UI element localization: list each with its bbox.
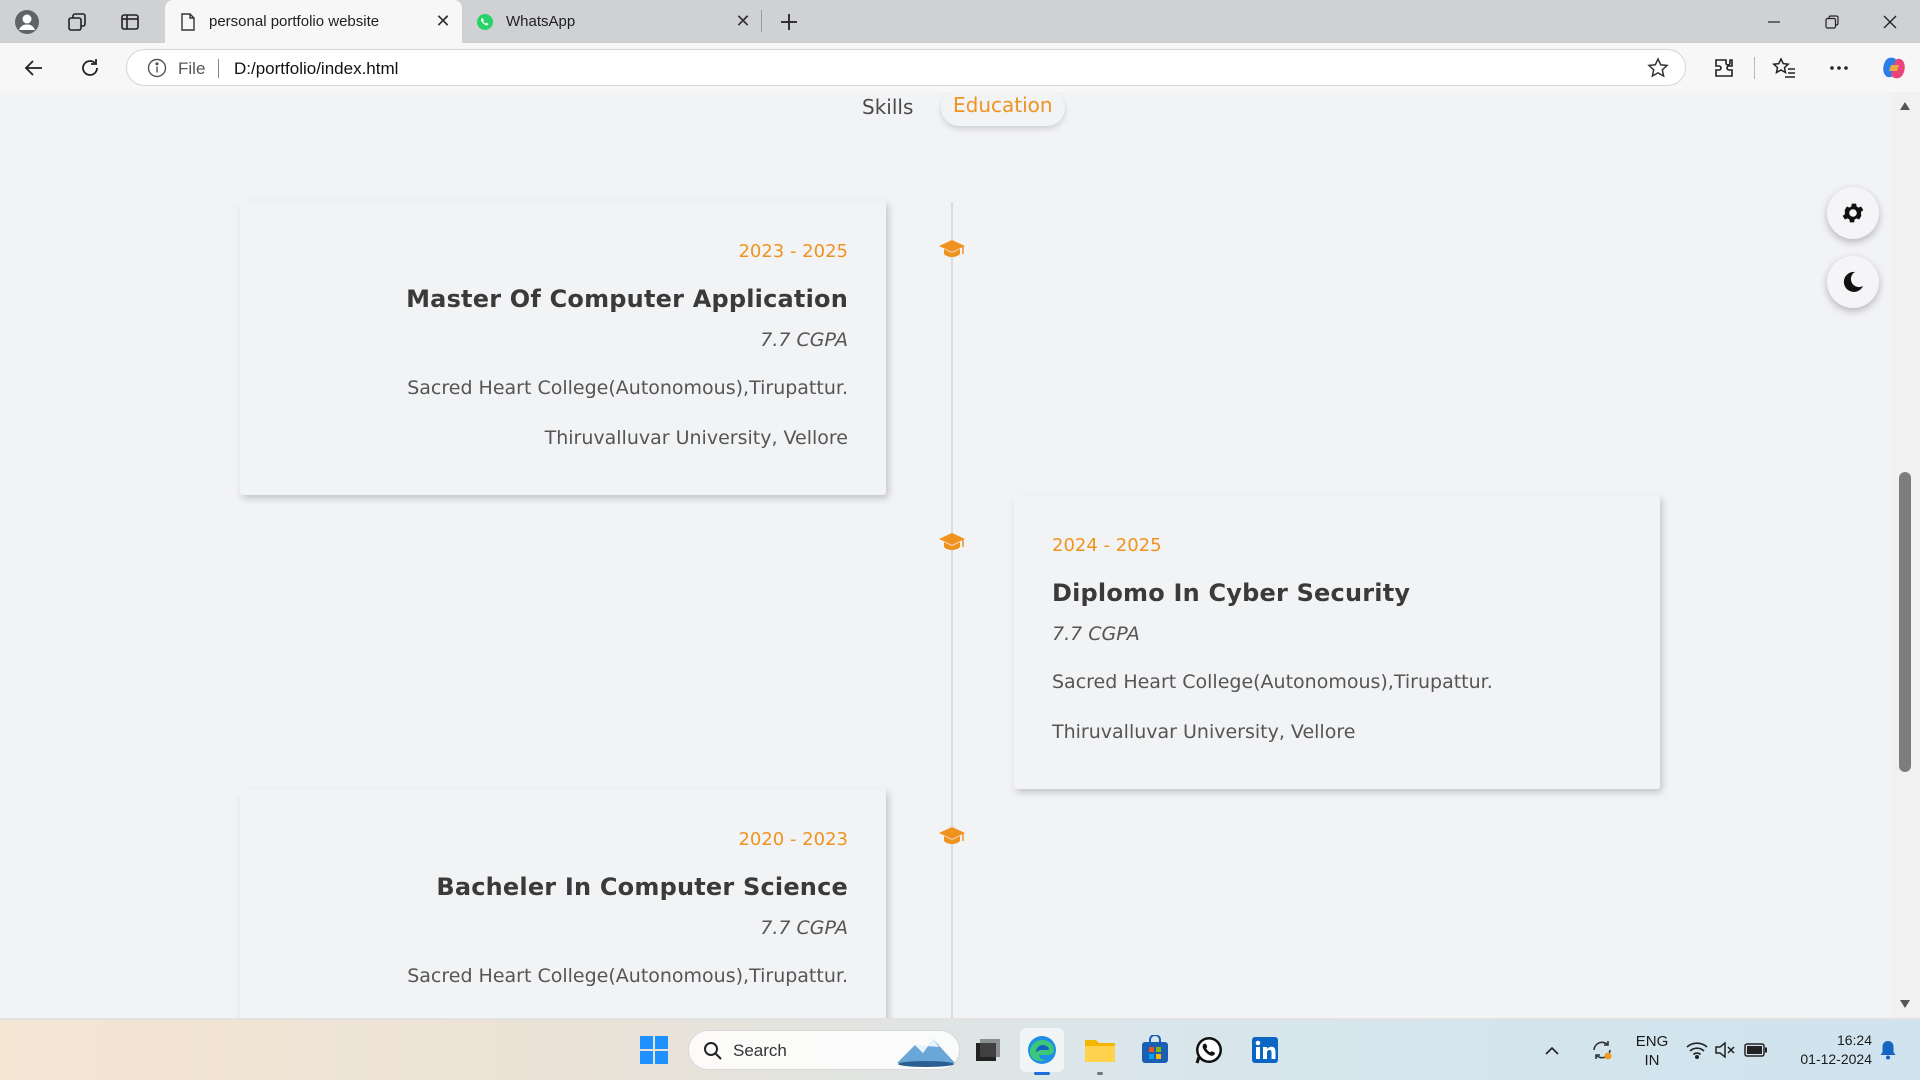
- gear-icon: [1842, 203, 1864, 223]
- education-years: 2020 - 2023: [738, 829, 848, 850]
- close-tab-icon[interactable]: ✕: [730, 9, 756, 35]
- education-years: 2024 - 2025: [1052, 535, 1162, 556]
- more-options-icon[interactable]: [1823, 52, 1855, 84]
- moon-icon: [1843, 271, 1863, 292]
- edge-browser-icon[interactable]: [1020, 1028, 1064, 1075]
- clock[interactable]: 16:24 01-12-2024: [1780, 1031, 1872, 1069]
- tab-education[interactable]: Education: [941, 92, 1065, 126]
- minimize-icon[interactable]: [1745, 0, 1803, 43]
- scroll-down-icon[interactable]: [1899, 998, 1911, 1010]
- browser-tab-bar: personal portfolio website ✕ WhatsApp ✕: [0, 0, 1920, 43]
- education-card: 2023 - 2025 Master Of Computer Applicati…: [240, 201, 886, 495]
- notification-bell-icon[interactable]: [1874, 1028, 1902, 1072]
- restore-icon[interactable]: [1803, 0, 1861, 43]
- back-icon[interactable]: [18, 52, 50, 84]
- new-tab-icon[interactable]: [774, 7, 804, 37]
- scrollbar-thumb[interactable]: [1899, 472, 1911, 772]
- tab-title: personal portfolio website: [209, 13, 380, 30]
- info-icon[interactable]: [147, 58, 167, 78]
- tab-skills[interactable]: Skills: [850, 92, 925, 128]
- graduation-cap-icon: [939, 827, 965, 844]
- close-tab-icon[interactable]: ✕: [430, 9, 456, 35]
- education-university: Thiruvalluvar University, Vellore: [544, 427, 848, 449]
- education-card: 2020 - 2023 Bacheler In Computer Science…: [240, 789, 886, 1018]
- task-view-icon[interactable]: [966, 1028, 1010, 1072]
- tab-whatsapp[interactable]: WhatsApp ✕: [462, 0, 762, 43]
- vertical-tabs-icon[interactable]: [115, 7, 145, 37]
- tab-title: WhatsApp: [506, 13, 576, 30]
- windows-start-icon[interactable]: [632, 1028, 676, 1072]
- linkedin-icon[interactable]: [1243, 1028, 1287, 1072]
- page-icon: [179, 12, 197, 31]
- profile-icon[interactable]: [12, 7, 42, 37]
- date-label: 01-12-2024: [1800, 1051, 1872, 1067]
- scroll-up-icon[interactable]: [1899, 100, 1911, 112]
- sync-icon[interactable]: [1586, 1028, 1618, 1072]
- education-university: Thiruvalluvar University, Vellore: [1052, 721, 1356, 743]
- whatsapp-icon[interactable]: [1187, 1028, 1231, 1072]
- language-indicator[interactable]: ENG IN: [1632, 1032, 1672, 1070]
- graduation-cap-icon: [939, 240, 965, 257]
- show-hidden-icons-chevron-up-icon[interactable]: [1540, 1028, 1564, 1072]
- address-bar[interactable]: File D:/portfolio/index.html: [126, 49, 1686, 86]
- education-degree: Bacheler In Computer Science: [436, 873, 848, 901]
- page-scrollbar[interactable]: [1892, 92, 1920, 1018]
- copilot-icon[interactable]: [1878, 52, 1910, 84]
- search-highlight-icon: [897, 1039, 955, 1067]
- favorite-star-icon[interactable]: [1647, 57, 1669, 79]
- time-label: 16:24: [1836, 1032, 1872, 1048]
- running-app-indicator: [1097, 1072, 1103, 1075]
- microsoft-store-icon[interactable]: [1133, 1028, 1177, 1072]
- education-years: 2023 - 2025: [738, 241, 848, 262]
- active-app-indicator: [1034, 1072, 1050, 1075]
- section-tabs: Skills Education: [4, 92, 1892, 132]
- windows-taskbar: Search ENG IN 16:24 01-12-2024: [0, 1020, 1920, 1080]
- tab-portfolio[interactable]: personal portfolio website ✕: [165, 0, 462, 43]
- whatsapp-icon: [476, 13, 494, 31]
- education-cgpa: 7.7 CGPA: [1052, 623, 1140, 645]
- education-college: Sacred Heart College(Autonomous),Tirupat…: [407, 377, 848, 399]
- dark-mode-toggle[interactable]: [1827, 256, 1879, 308]
- search-icon: [704, 1042, 722, 1060]
- education-degree: Diplomo In Cyber Security: [1052, 579, 1411, 607]
- scheme-label: File: [178, 59, 206, 78]
- education-card: 2024 - 2025 Diplomo In Cyber Security 7.…: [1014, 495, 1660, 789]
- page-content: Skills Education 2023 - 2025 Master Of C…: [4, 92, 1892, 1018]
- url-text[interactable]: D:/portfolio/index.html: [234, 59, 398, 79]
- browser-toolbar: File D:/portfolio/index.html: [0, 43, 1920, 92]
- education-college: Sacred Heart College(Autonomous),Tirupat…: [407, 965, 848, 987]
- workspaces-icon[interactable]: [62, 7, 92, 37]
- language-label: ENG: [1635, 1033, 1669, 1050]
- education-college: Sacred Heart College(Autonomous),Tirupat…: [1052, 671, 1493, 693]
- tab-divider: [761, 10, 762, 32]
- file-explorer-icon[interactable]: [1078, 1028, 1122, 1075]
- favorites-icon[interactable]: [1768, 52, 1800, 84]
- search-placeholder: Search: [733, 1041, 787, 1060]
- education-cgpa: 7.7 CGPA: [760, 917, 848, 939]
- volume-muted-icon[interactable]: [1712, 1028, 1738, 1072]
- settings-button[interactable]: [1827, 187, 1879, 239]
- wifi-icon[interactable]: [1684, 1028, 1710, 1072]
- extensions-icon[interactable]: [1708, 52, 1740, 84]
- refresh-icon[interactable]: [74, 52, 106, 84]
- graduation-cap-icon: [939, 533, 965, 550]
- taskbar-search[interactable]: Search: [688, 1030, 960, 1070]
- education-cgpa: 7.7 CGPA: [760, 329, 848, 351]
- education-degree: Master Of Computer Application: [406, 285, 848, 313]
- region-label: IN: [1644, 1052, 1660, 1069]
- timeline-line: [951, 202, 953, 1018]
- close-window-icon[interactable]: [1861, 0, 1919, 43]
- battery-icon[interactable]: [1741, 1028, 1771, 1072]
- address-divider: [218, 59, 219, 78]
- toolbar-divider: [1754, 57, 1755, 79]
